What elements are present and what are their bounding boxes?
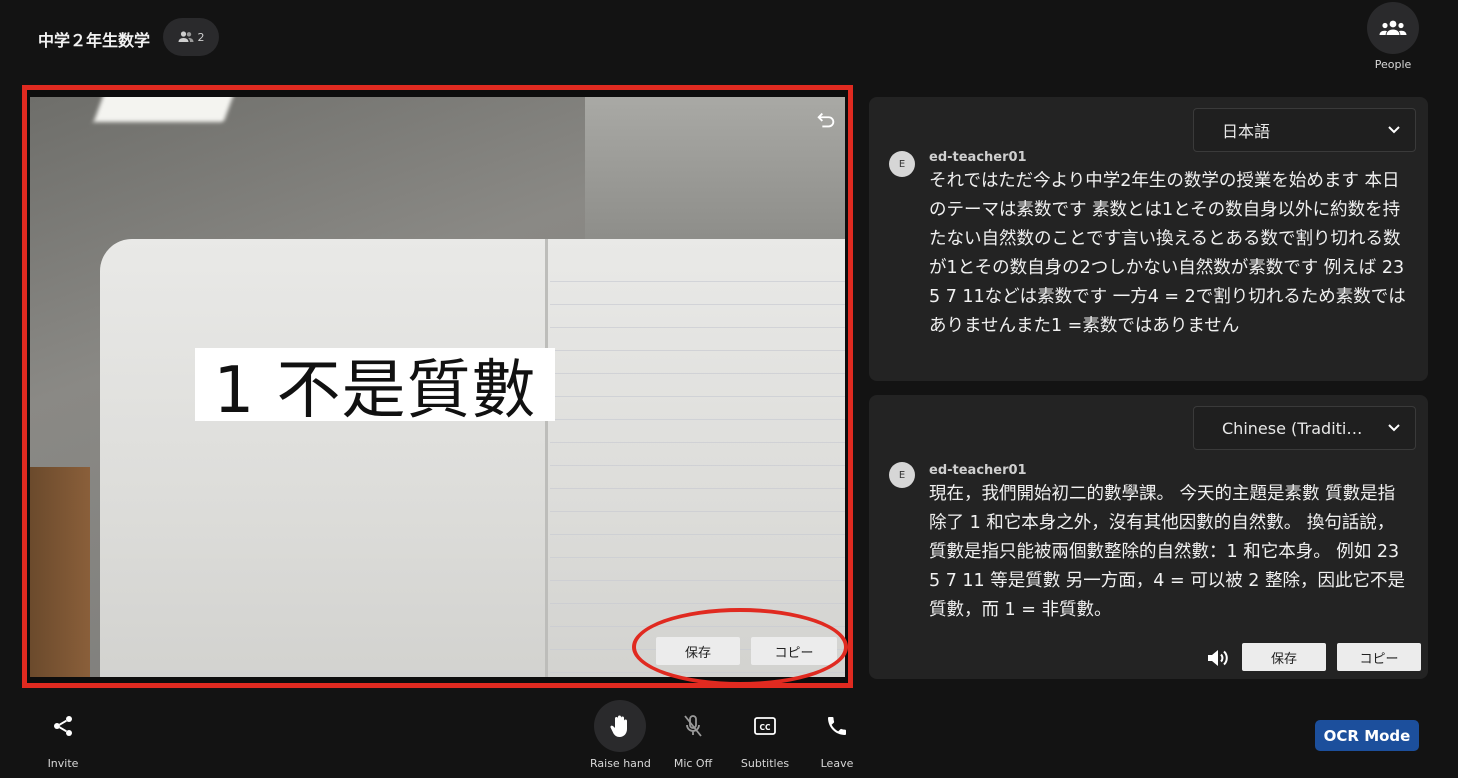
transcript-panel-original: 日本語 E ed-teacher01 それではただ今より中学2年生の数学の授業を… [869, 97, 1428, 381]
buttons-highlight-ellipse [632, 608, 848, 686]
leave-label: Leave [820, 757, 854, 770]
undo-icon[interactable] [815, 109, 837, 131]
leave-button[interactable]: Leave [807, 700, 867, 770]
notebook-spine [545, 239, 548, 677]
hand-icon [610, 715, 627, 737]
mic-off-label: Mic Off [673, 757, 713, 770]
transcript-panel-translated: Chinese (Traditi… E ed-teacher01 現在，我們開始… [869, 395, 1428, 679]
chevron-down-icon [1388, 424, 1400, 432]
language-select-label: 日本語 [1222, 122, 1271, 141]
raise-hand-circle [594, 700, 646, 752]
participants-icon [178, 31, 193, 42]
avatar: E [889, 151, 915, 177]
subtitles-button[interactable]: CC Subtitles [735, 700, 795, 770]
leave-circle [811, 700, 863, 752]
meeting-title: 中学２年生数学 [38, 31, 151, 50]
share-icon [54, 716, 72, 736]
ceiling-light [93, 97, 237, 122]
transcript-text: 現在，我們開始初二的數學課。 今天的主題是素數 質數是指除了 1 和它本身之外，… [929, 484, 1405, 620]
ocr-overlay-text: 1 不是質數 [195, 348, 555, 428]
invite-button[interactable]: Invite [33, 700, 93, 770]
wall-panel [585, 97, 845, 247]
ocr-mode-button[interactable]: OCR Mode [1315, 720, 1419, 751]
transcript-copy-button[interactable]: コピー [1337, 643, 1421, 671]
speaker-icon[interactable] [1206, 647, 1230, 669]
people-label: People [1374, 58, 1412, 71]
door [30, 467, 90, 677]
camera-video: 1 不是質數 保存 コピー [30, 97, 845, 677]
video-frame-highlight: 1 不是質數 保存 コピー [22, 85, 853, 688]
participants-chip[interactable]: 2 [163, 18, 219, 56]
svg-text:CC: CC [759, 723, 771, 732]
subtitles-circle: CC [739, 700, 791, 752]
invite-circle [37, 700, 89, 752]
mic-off-button[interactable]: Mic Off [663, 700, 723, 770]
closed-captions-icon: CC [754, 717, 776, 735]
language-select-translated[interactable]: Chinese (Traditi… [1193, 406, 1416, 450]
transcript-save-button[interactable]: 保存 [1242, 643, 1326, 671]
raise-hand-button[interactable]: Raise hand [590, 700, 651, 770]
people-button[interactable] [1367, 2, 1419, 54]
raise-hand-label: Raise hand [590, 757, 651, 770]
speaker-name: ed-teacher01 [929, 463, 1027, 478]
people-icon [1379, 20, 1407, 35]
participant-count: 2 [197, 30, 205, 44]
subtitles-label: Subtitles [740, 757, 790, 770]
chevron-down-icon [1388, 126, 1400, 134]
mic-off-icon [684, 715, 702, 737]
phone-icon [828, 717, 846, 735]
transcript-text: それではただ今より中学2年生の数学の授業を始めます 本日のテーマは素数です 素数… [929, 171, 1406, 336]
language-select-label: Chinese (Traditi… [1222, 418, 1363, 438]
mic-off-circle [667, 700, 719, 752]
speaker-name: ed-teacher01 [929, 150, 1027, 165]
language-select-original[interactable]: 日本語 [1193, 108, 1416, 152]
avatar: E [889, 462, 915, 488]
invite-label: Invite [47, 757, 79, 770]
